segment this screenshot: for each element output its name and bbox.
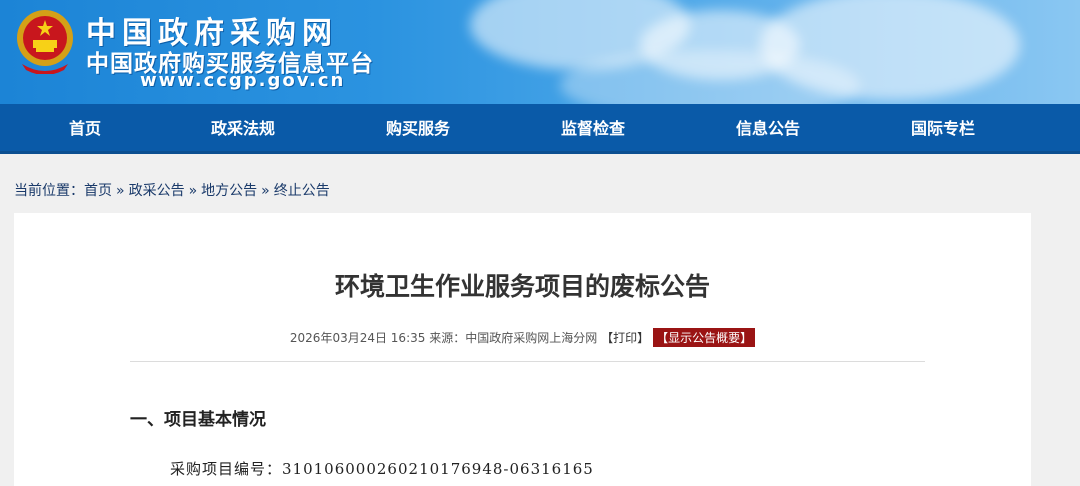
article-source: 来源：中国政府采购网上海分网 xyxy=(429,331,598,345)
nav-item-home[interactable]: 首页 xyxy=(25,104,145,154)
article-date: 2026年03月24日 16:35 xyxy=(289,331,426,345)
main-nav: 首页 政采法规 购买服务 监督检查 信息公告 国际专栏 xyxy=(0,104,1080,154)
nav-item-regulations[interactable]: 政采法规 xyxy=(183,104,303,154)
breadcrumb-termination-notices[interactable]: 终止公告 xyxy=(274,183,330,199)
site-url: www.ccgp.gov.cn xyxy=(140,70,346,91)
nav-item-supervision[interactable]: 监督检查 xyxy=(533,104,653,154)
article-panel: 环境卫生作业服务项目的废标公告 2026年03月24日 16:35 来源：中国政… xyxy=(14,213,1031,486)
print-link[interactable]: 【打印】 xyxy=(601,331,649,345)
breadcrumb-prefix: 当前位置： xyxy=(14,183,84,199)
breadcrumb-home[interactable]: 首页 xyxy=(84,183,112,199)
nav-item-purchase-services[interactable]: 购买服务 xyxy=(358,104,478,154)
nav-item-announcements[interactable]: 信息公告 xyxy=(708,104,828,154)
article-title: 环境卫生作业服务项目的废标公告 xyxy=(334,272,710,301)
breadcrumb: 当前位置：首页» 政采公告» 地方公告» 终止公告 xyxy=(14,180,330,200)
show-summary-button[interactable]: 【显示公告概要】 xyxy=(653,328,756,347)
breadcrumb-separator: » xyxy=(261,183,270,199)
breadcrumb-separator: » xyxy=(188,183,198,199)
breadcrumb-procurement-notices[interactable]: 政采公告 xyxy=(129,183,185,199)
nav-item-international[interactable]: 国际专栏 xyxy=(883,104,1003,154)
breadcrumb-separator: » xyxy=(116,183,125,199)
project-number: 采购项目编号：310106000260210176948-06316165 xyxy=(170,460,594,478)
header-banner: 中国政府采购网 中国政府购买服务信息平台 www.ccgp.gov.cn xyxy=(0,0,1080,104)
national-emblem-icon xyxy=(17,10,73,74)
divider xyxy=(130,361,925,362)
section-heading: 一、项目基本情况 xyxy=(130,410,266,430)
article-meta: 2026年03月24日 16:35 来源：中国政府采购网上海分网 【打印】 【显示… xyxy=(14,328,1031,347)
breadcrumb-local-notices[interactable]: 地方公告 xyxy=(201,183,257,199)
